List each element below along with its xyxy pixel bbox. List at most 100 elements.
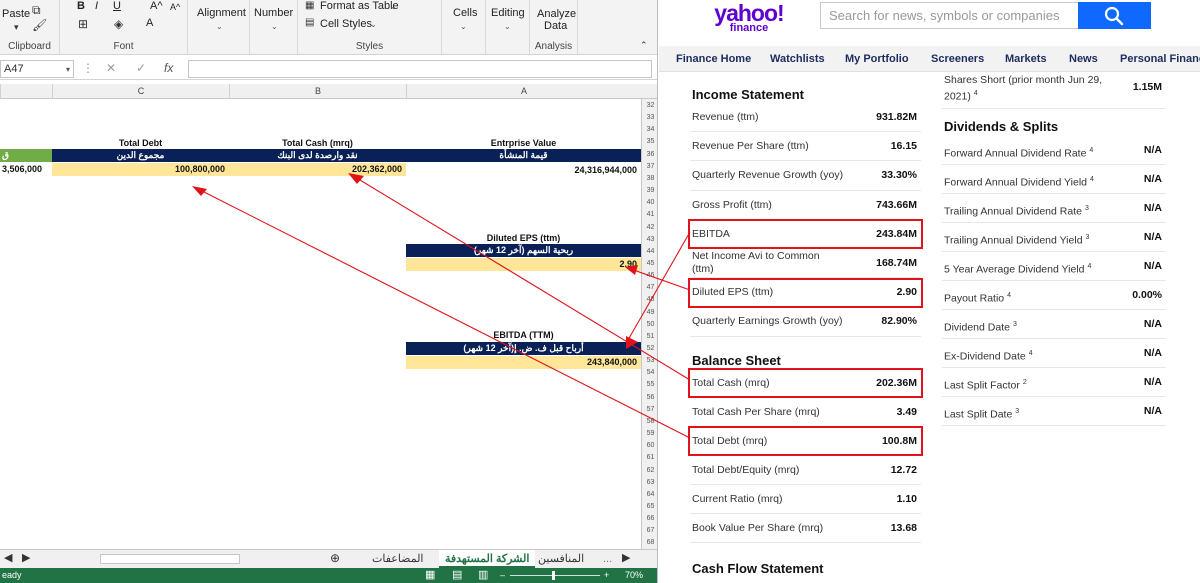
copy-icon[interactable]: ⧉ — [32, 3, 41, 18]
row-header[interactable]: 41 — [642, 210, 657, 220]
italic-button[interactable]: I — [95, 0, 98, 12]
ebitda-arabic[interactable]: أرباح قبل ف. ض. إ(آخر 12 شهر) — [406, 342, 641, 355]
tab-scroll-right-icon[interactable]: ▶ — [22, 551, 30, 564]
total-cash-arabic[interactable]: نقد وارصدة لدى البنك — [229, 149, 406, 162]
row-header[interactable]: 45 — [642, 259, 657, 269]
row-header[interactable]: 43 — [642, 235, 657, 245]
row-header[interactable]: 55 — [642, 380, 657, 390]
paste-button[interactable]: Paste — [2, 8, 30, 20]
analyze-data-button-line1[interactable]: Analyze — [537, 8, 576, 20]
font-color-button[interactable]: A — [146, 17, 153, 29]
row-header[interactable]: 36 — [642, 150, 657, 160]
analyze-data-button-line2[interactable]: Data — [544, 20, 567, 32]
diluted-eps-header[interactable]: Diluted EPS (ttm) — [406, 233, 641, 243]
column-header-a[interactable]: A — [406, 84, 641, 99]
row-header[interactable]: 61 — [642, 453, 657, 463]
editing-chevron-icon[interactable]: ⌄ — [504, 22, 511, 31]
bold-button[interactable]: B — [77, 0, 85, 12]
zoom-out-icon[interactable]: – — [500, 568, 505, 583]
formula-input[interactable] — [188, 60, 652, 78]
enterprise-value-value[interactable]: 24,316,944,000 — [406, 165, 641, 175]
nav-my-portfolio[interactable]: My Portfolio — [845, 46, 909, 72]
green-cell[interactable]: ق — [0, 149, 52, 162]
ebitda-header[interactable]: EBITDA (TTM) — [406, 330, 641, 340]
enter-icon[interactable]: ✓ — [136, 61, 146, 75]
column-header-partial[interactable] — [0, 84, 52, 99]
zoom-slider[interactable] — [510, 575, 600, 576]
fill-color-icon[interactable]: ◈ — [114, 17, 123, 31]
tab-ellipsis[interactable]: ... — [603, 550, 612, 568]
tab-scroll-left-icon[interactable]: ◀ — [4, 551, 12, 564]
tab-target-company[interactable]: الشركة المستهدفة — [439, 550, 536, 568]
row-header[interactable]: 64 — [642, 490, 657, 500]
page-break-icon[interactable]: ▥ — [478, 568, 488, 583]
cell-styles-button[interactable]: Cell Styles — [320, 18, 372, 30]
search-input[interactable]: Search for news, symbols or companies — [820, 2, 1078, 29]
row-header[interactable]: 53 — [642, 356, 657, 366]
row-header[interactable]: 37 — [642, 162, 657, 172]
format-painter-icon[interactable]: 🖌 — [32, 18, 47, 32]
row-header[interactable]: 58 — [642, 417, 657, 427]
row-header[interactable]: 67 — [642, 526, 657, 536]
zoom-level[interactable]: 70% — [625, 568, 643, 583]
underline-button[interactable]: U — [113, 0, 121, 12]
row-header[interactable]: 63 — [642, 478, 657, 488]
total-cash-header[interactable]: Total Cash (mrq) — [229, 138, 406, 148]
column-header-b[interactable]: B — [229, 84, 406, 99]
total-cash-value[interactable]: 202,362,000 — [229, 163, 406, 176]
shrink-font-button[interactable]: A^ — [170, 2, 180, 12]
new-sheet-icon[interactable]: ⊕ — [330, 551, 340, 565]
row-header[interactable]: 46 — [642, 271, 657, 281]
horizontal-scrollbar[interactable] — [100, 554, 240, 564]
ebitda-value[interactable]: 243,840,000 — [406, 356, 641, 369]
collapse-ribbon-icon[interactable]: ⌃ — [640, 40, 648, 51]
row-header[interactable]: 38 — [642, 174, 657, 184]
cells-button[interactable]: Cells — [453, 7, 477, 19]
nav-personal-finance[interactable]: Personal Finance — [1120, 46, 1200, 72]
cancel-icon[interactable]: ✕ — [106, 61, 116, 75]
nav-finance-home[interactable]: Finance Home — [676, 46, 751, 72]
row-header[interactable]: 51 — [642, 332, 657, 342]
enterprise-value-header[interactable]: Entrprise Value — [406, 138, 641, 148]
number-chevron-icon[interactable]: ⌄ — [271, 22, 278, 31]
row-header[interactable]: 54 — [642, 368, 657, 378]
format-as-table-chevron-icon[interactable]: ⌄ — [390, 2, 397, 11]
yahoo-finance-logo[interactable]: yahoo! finance — [709, 2, 789, 34]
grow-font-button[interactable]: A^ — [150, 0, 163, 12]
enterprise-value-arabic[interactable]: قيمة المنشأة — [406, 149, 641, 162]
row-header[interactable]: 66 — [642, 514, 657, 524]
row-header[interactable]: 32 — [642, 101, 657, 111]
row-header[interactable]: 60 — [642, 441, 657, 451]
row-header[interactable]: 50 — [642, 320, 657, 330]
total-debt-header[interactable]: Total Debt — [52, 138, 229, 148]
row-header[interactable]: 33 — [642, 113, 657, 123]
nav-screeners[interactable]: Screeners — [931, 46, 984, 72]
borders-icon[interactable]: ⊞ — [78, 17, 88, 31]
editing-button[interactable]: Editing — [491, 7, 525, 19]
worksheet-grid[interactable]: Total Debt Total Cash (mrq) Entrprise Va… — [0, 99, 641, 549]
row-header[interactable]: 47 — [642, 283, 657, 293]
row-header[interactable]: 39 — [642, 186, 657, 196]
page-layout-icon[interactable]: ▤ — [452, 568, 462, 583]
diluted-eps-arabic[interactable]: ربحية السهم (آخر 12 شهر) — [406, 244, 641, 257]
alignment-group[interactable]: Alignment ⌄ — [188, 0, 250, 55]
cell-styles-chevron-icon[interactable]: ⌄ — [370, 20, 377, 29]
cells-group[interactable]: Cells ⌄ — [442, 0, 486, 55]
nav-watchlists[interactable]: Watchlists — [770, 46, 825, 72]
tab-competitors[interactable]: المنافسين — [538, 550, 584, 568]
alignment-button[interactable]: Alignment — [197, 7, 246, 19]
cells-chevron-icon[interactable]: ⌄ — [460, 22, 467, 31]
row-header[interactable]: 48 — [642, 295, 657, 305]
normal-view-icon[interactable]: ▦ — [425, 568, 435, 583]
editing-group[interactable]: Editing ⌄ — [486, 0, 530, 55]
row-header[interactable]: 34 — [642, 125, 657, 135]
nav-markets[interactable]: Markets — [1005, 46, 1047, 72]
number-group[interactable]: Number ⌄ — [250, 0, 298, 55]
row-header[interactable]: 44 — [642, 247, 657, 257]
row-header[interactable]: 40 — [642, 198, 657, 208]
format-as-table-button[interactable]: Format as Table — [320, 0, 399, 12]
total-debt-arabic[interactable]: مجموع الدين — [52, 149, 229, 162]
alignment-chevron-icon[interactable]: ⌄ — [216, 22, 223, 31]
partial-value-cell[interactable]: 3,506,000 — [0, 164, 52, 174]
diluted-eps-value[interactable]: 2.90 — [406, 258, 641, 271]
